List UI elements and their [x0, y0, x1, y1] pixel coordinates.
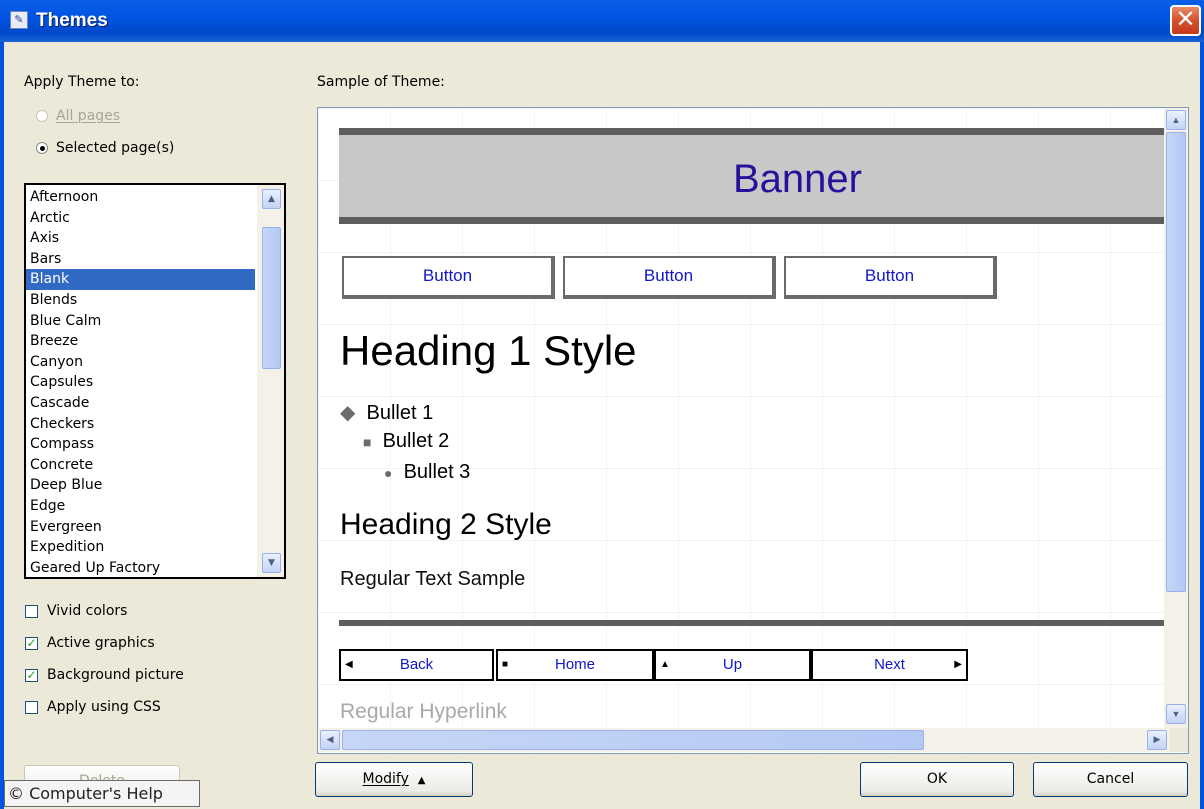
- radio-all-pages[interactable]: All pages: [36, 108, 120, 124]
- scrollbar-corner: [1170, 728, 1188, 752]
- modify-button[interactable]: Modify ▲: [315, 762, 473, 797]
- background-picture-box[interactable]: ✓: [25, 668, 38, 682]
- nav-up-button[interactable]: ▲ Up: [654, 649, 811, 681]
- theme-list-item[interactable]: Afternoon: [26, 187, 255, 208]
- up-arrow-icon: ▲: [660, 659, 670, 670]
- theme-list-item[interactable]: Compass: [26, 434, 255, 455]
- apply-css-label: Apply using CSS: [47, 699, 161, 715]
- bullet-2-text: Bullet 2: [382, 430, 450, 452]
- checkbox-background-picture[interactable]: ✓ Background picture: [25, 667, 184, 683]
- window-frame-right: [1200, 42, 1204, 809]
- nav-next-button[interactable]: Next ▶: [811, 649, 968, 681]
- nav-back-label: Back: [399, 656, 434, 673]
- sample-of-theme-label: Sample of Theme:: [317, 74, 445, 90]
- active-graphics-label: Active graphics: [47, 635, 155, 651]
- next-arrow-icon: ▶: [954, 659, 962, 670]
- theme-list-item[interactable]: Concrete: [26, 455, 255, 476]
- sample-hyperlink[interactable]: Regular Hyperlink: [340, 700, 507, 724]
- vivid-colors-label: Vivid colors: [47, 603, 128, 619]
- theme-list[interactable]: Afternoon Arctic Axis Bars Blank Blends Blue C…: [24, 183, 286, 579]
- vivid-colors-box[interactable]: [25, 604, 38, 618]
- scroll-thumb[interactable]: [262, 227, 281, 369]
- nav-home-label: Home: [554, 656, 595, 673]
- sample-regular-text: Regular Text Sample: [340, 568, 526, 590]
- theme-list-scrollbar[interactable]: ▲ ▼: [257, 185, 284, 577]
- theme-list-item[interactable]: Canyon: [26, 352, 255, 373]
- sample-heading-1: Heading 1 Style: [340, 327, 637, 374]
- preview-horizontal-scrollbar[interactable]: ◀ ▶: [319, 728, 1172, 752]
- theme-list-item[interactable]: Arctic: [26, 208, 255, 229]
- theme-list-item[interactable]: Blends: [26, 290, 255, 311]
- active-graphics-box[interactable]: ✓: [25, 636, 38, 650]
- preview-vertical-scrollbar[interactable]: ▲ ▼: [1164, 108, 1188, 728]
- back-arrow-icon: ◀: [345, 659, 353, 670]
- theme-list-item[interactable]: Evergreen: [26, 517, 255, 538]
- sample-bullet-2: ■ Bullet 2: [363, 430, 449, 453]
- theme-list-item[interactable]: Geared Up Factory: [26, 558, 255, 577]
- circle-bullet-icon: ●: [384, 465, 393, 481]
- theme-list-item[interactable]: Capsules: [26, 372, 255, 393]
- theme-list-item[interactable]: Cascade: [26, 393, 255, 414]
- checkbox-active-graphics[interactable]: ✓ Active graphics: [25, 635, 155, 651]
- title-bar[interactable]: ✎ Themes ✕: [0, 0, 1204, 42]
- theme-list-item[interactable]: Edge: [26, 496, 255, 517]
- apply-css-box[interactable]: [25, 700, 38, 714]
- apply-theme-label: Apply Theme to:: [24, 74, 140, 90]
- ok-button[interactable]: OK: [860, 762, 1014, 797]
- expand-up-icon: ▲: [417, 775, 426, 786]
- theme-list-item[interactable]: Axis: [26, 228, 255, 249]
- radio-selected-pages-circle[interactable]: [36, 142, 48, 154]
- theme-list-item[interactable]: Breeze: [26, 331, 255, 352]
- theme-list-item[interactable]: Blue Calm: [26, 311, 255, 332]
- scroll-down-icon[interactable]: ▼: [262, 553, 281, 573]
- radio-selected-pages-label: Selected page(s): [56, 140, 175, 156]
- themes-app-icon: ✎: [10, 11, 28, 29]
- sample-bullet-3: ● Bullet 3: [384, 461, 470, 484]
- theme-list-item[interactable]: Checkers: [26, 414, 255, 435]
- watermark: © Computer's Help: [4, 780, 200, 807]
- cancel-button[interactable]: Cancel: [1033, 762, 1188, 797]
- checkbox-apply-css[interactable]: Apply using CSS: [25, 699, 161, 715]
- nav-next-label: Next: [874, 656, 905, 673]
- sample-bullet-1: ◆ Bullet 1: [340, 400, 433, 425]
- sample-button-1[interactable]: Button: [342, 256, 555, 299]
- scroll-up-icon[interactable]: ▲: [262, 189, 281, 209]
- close-button[interactable]: ✕: [1170, 5, 1201, 36]
- theme-list-items: Afternoon Arctic Axis Bars Blank Blends Blue C…: [26, 187, 255, 577]
- preview-horizontal-thumb[interactable]: [342, 730, 924, 750]
- sample-divider: [339, 620, 1164, 626]
- preview-scroll-left-icon[interactable]: ◀: [320, 730, 340, 750]
- diamond-bullet-icon: ◆: [340, 402, 356, 424]
- theme-list-item[interactable]: Bars: [26, 249, 255, 270]
- background-picture-label: Background picture: [47, 667, 184, 683]
- radio-all-pages-label: All pages: [56, 108, 121, 124]
- window-title: Themes: [36, 10, 108, 31]
- radio-all-pages-circle[interactable]: [36, 110, 48, 122]
- nav-up-label: Up: [722, 656, 743, 673]
- theme-list-item[interactable]: Blank: [26, 269, 255, 290]
- radio-selected-pages[interactable]: Selected page(s): [36, 140, 174, 156]
- modify-label: Modify: [362, 771, 409, 787]
- window-frame-left: [0, 42, 4, 809]
- preview-scroll-right-icon[interactable]: ▶: [1147, 730, 1167, 750]
- bullet-1-text: Bullet 1: [366, 402, 434, 424]
- sample-button-3[interactable]: Button: [784, 256, 997, 299]
- theme-sample-preview: Banner Button Button Button Heading 1 St…: [317, 107, 1189, 754]
- home-square-icon: ■: [502, 659, 509, 670]
- sample-heading-2: Heading 2 Style: [340, 508, 552, 541]
- banner-text: Banner: [733, 157, 862, 201]
- theme-list-item[interactable]: Expedition: [26, 537, 255, 558]
- preview-scroll-down-icon[interactable]: ▼: [1166, 704, 1186, 724]
- preview-vertical-thumb[interactable]: [1166, 132, 1186, 592]
- bullet-3-text: Bullet 3: [403, 461, 471, 483]
- nav-back-button[interactable]: ◀ Back: [339, 649, 494, 681]
- sample-button-2[interactable]: Button: [563, 256, 776, 299]
- nav-home-button[interactable]: ■ Home: [496, 649, 654, 681]
- checkbox-vivid-colors[interactable]: Vivid colors: [25, 603, 127, 619]
- theme-list-item[interactable]: Deep Blue: [26, 475, 255, 496]
- sample-banner: Banner: [339, 128, 1164, 224]
- square-bullet-icon: ■: [363, 434, 372, 450]
- preview-scroll-up-icon[interactable]: ▲: [1166, 110, 1186, 130]
